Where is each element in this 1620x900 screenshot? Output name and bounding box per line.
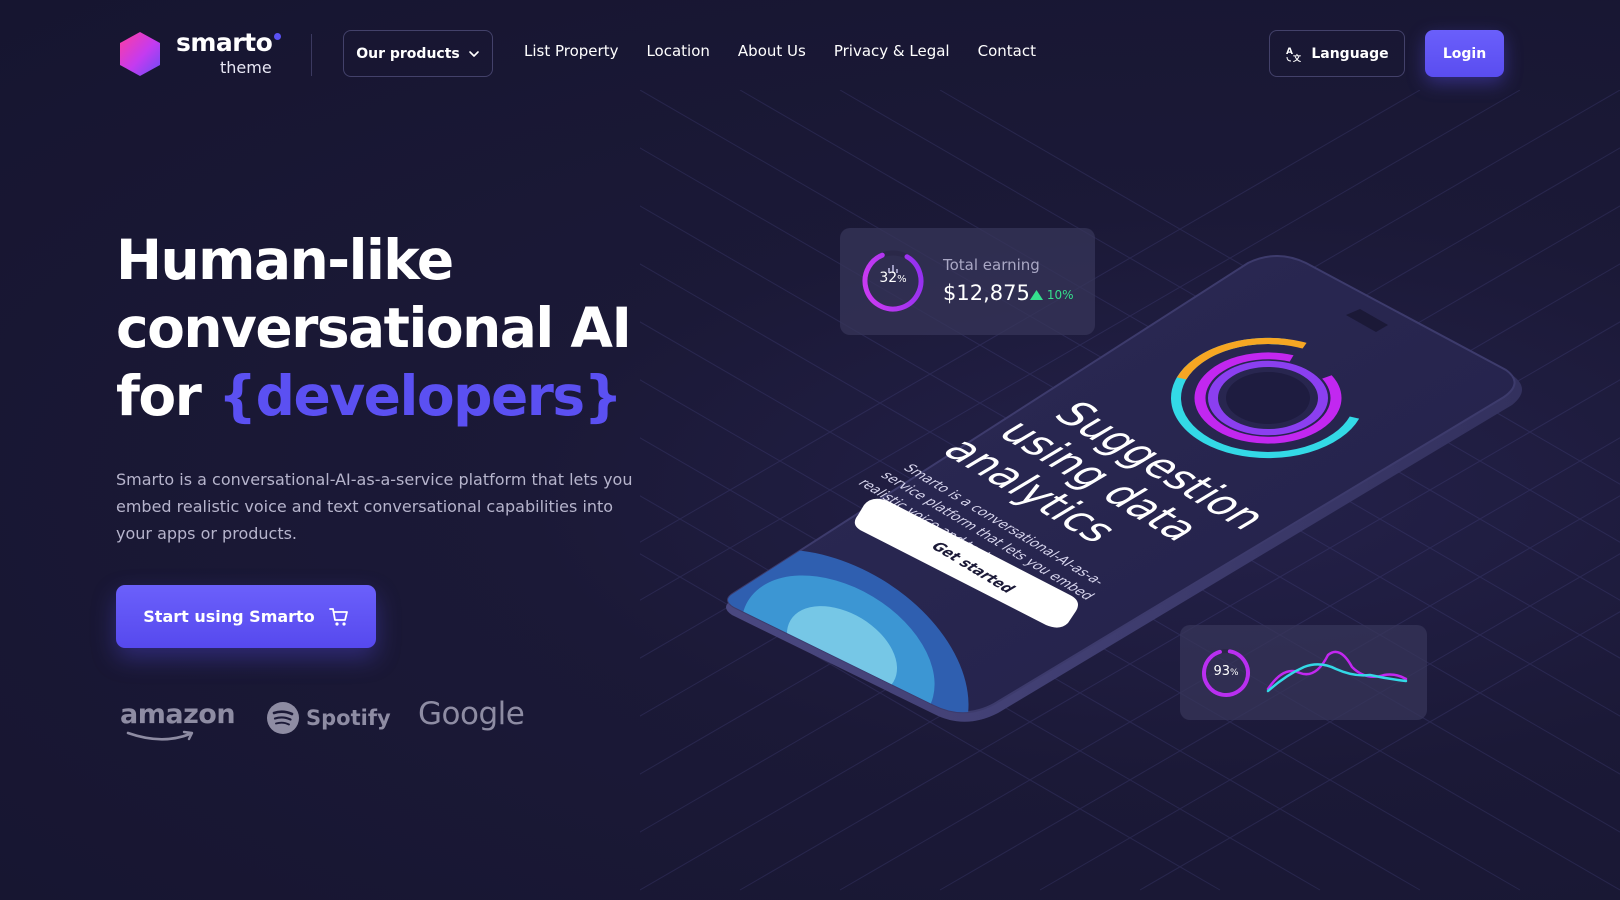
nav-location[interactable]: Location	[646, 42, 709, 60]
nav-about-us[interactable]: About Us	[738, 42, 806, 60]
our-products-dropdown[interactable]: Our products	[343, 30, 493, 77]
logo[interactable]: smarto theme	[116, 28, 286, 80]
earning-ring-value: 32%	[879, 270, 907, 286]
nav-list-property[interactable]: List Property	[524, 42, 618, 60]
google-logo: Google	[418, 696, 525, 732]
our-products-label: Our products	[356, 45, 460, 62]
hero-title-accent: {developers}	[218, 364, 623, 428]
hero-title-line2: conversational AI	[116, 296, 632, 360]
chevron-down-icon	[468, 50, 479, 57]
logo-wordmark: smarto	[176, 28, 273, 57]
language-label: Language	[1311, 45, 1389, 62]
logo-dot	[274, 33, 281, 40]
cart-icon	[328, 607, 348, 626]
cta-label: Start using Smarto	[143, 607, 315, 626]
total-earning-value: $12,875	[943, 281, 1030, 305]
wave-chart-icon	[1266, 650, 1408, 693]
stats-ring-value: 93%	[1213, 664, 1239, 679]
arrow-up-icon	[1030, 290, 1043, 300]
language-button[interactable]: A 文 Language	[1269, 30, 1405, 77]
nav-privacy-legal[interactable]: Privacy & Legal	[834, 42, 950, 60]
amazon-wordmark: amazon	[120, 699, 236, 730]
logo-subtitle: theme	[220, 58, 272, 77]
nav-contact[interactable]: Contact	[978, 42, 1036, 60]
spotify-logo: Spotify	[266, 701, 391, 735]
amazon-smile-icon	[126, 730, 194, 741]
spotify-icon	[267, 702, 299, 734]
translate-icon: A 文	[1286, 47, 1302, 63]
start-using-smarto-button[interactable]: Start using Smarto	[116, 585, 376, 648]
main-nav: List Property Location About Us Privacy …	[524, 42, 1036, 60]
hero-title-line3: for	[116, 364, 202, 428]
partner-logos: amazon Spotify Google	[120, 695, 540, 745]
stats-card: 93%	[1180, 625, 1427, 720]
svg-text:文: 文	[1293, 53, 1302, 63]
header-divider	[311, 34, 312, 76]
svg-text:A: A	[1286, 47, 1293, 57]
hero-title: Human-like conversational AI for {develo…	[116, 226, 676, 430]
hero-description: Smarto is a conversational-AI-as-a-servi…	[116, 470, 633, 543]
login-button[interactable]: Login	[1425, 30, 1504, 77]
amazon-logo: amazon	[120, 699, 236, 741]
total-earning-card: 32% Total earning $12,875 10%	[840, 228, 1095, 335]
site-header: smarto theme Our products List Property …	[0, 0, 1620, 108]
total-earning-label: Total earning	[943, 256, 1040, 274]
earning-delta: 10%	[1030, 288, 1074, 302]
spotify-wordmark: Spotify	[306, 706, 391, 730]
logo-hexagon-icon	[120, 32, 160, 76]
hero-title-line1: Human-like	[116, 228, 454, 292]
